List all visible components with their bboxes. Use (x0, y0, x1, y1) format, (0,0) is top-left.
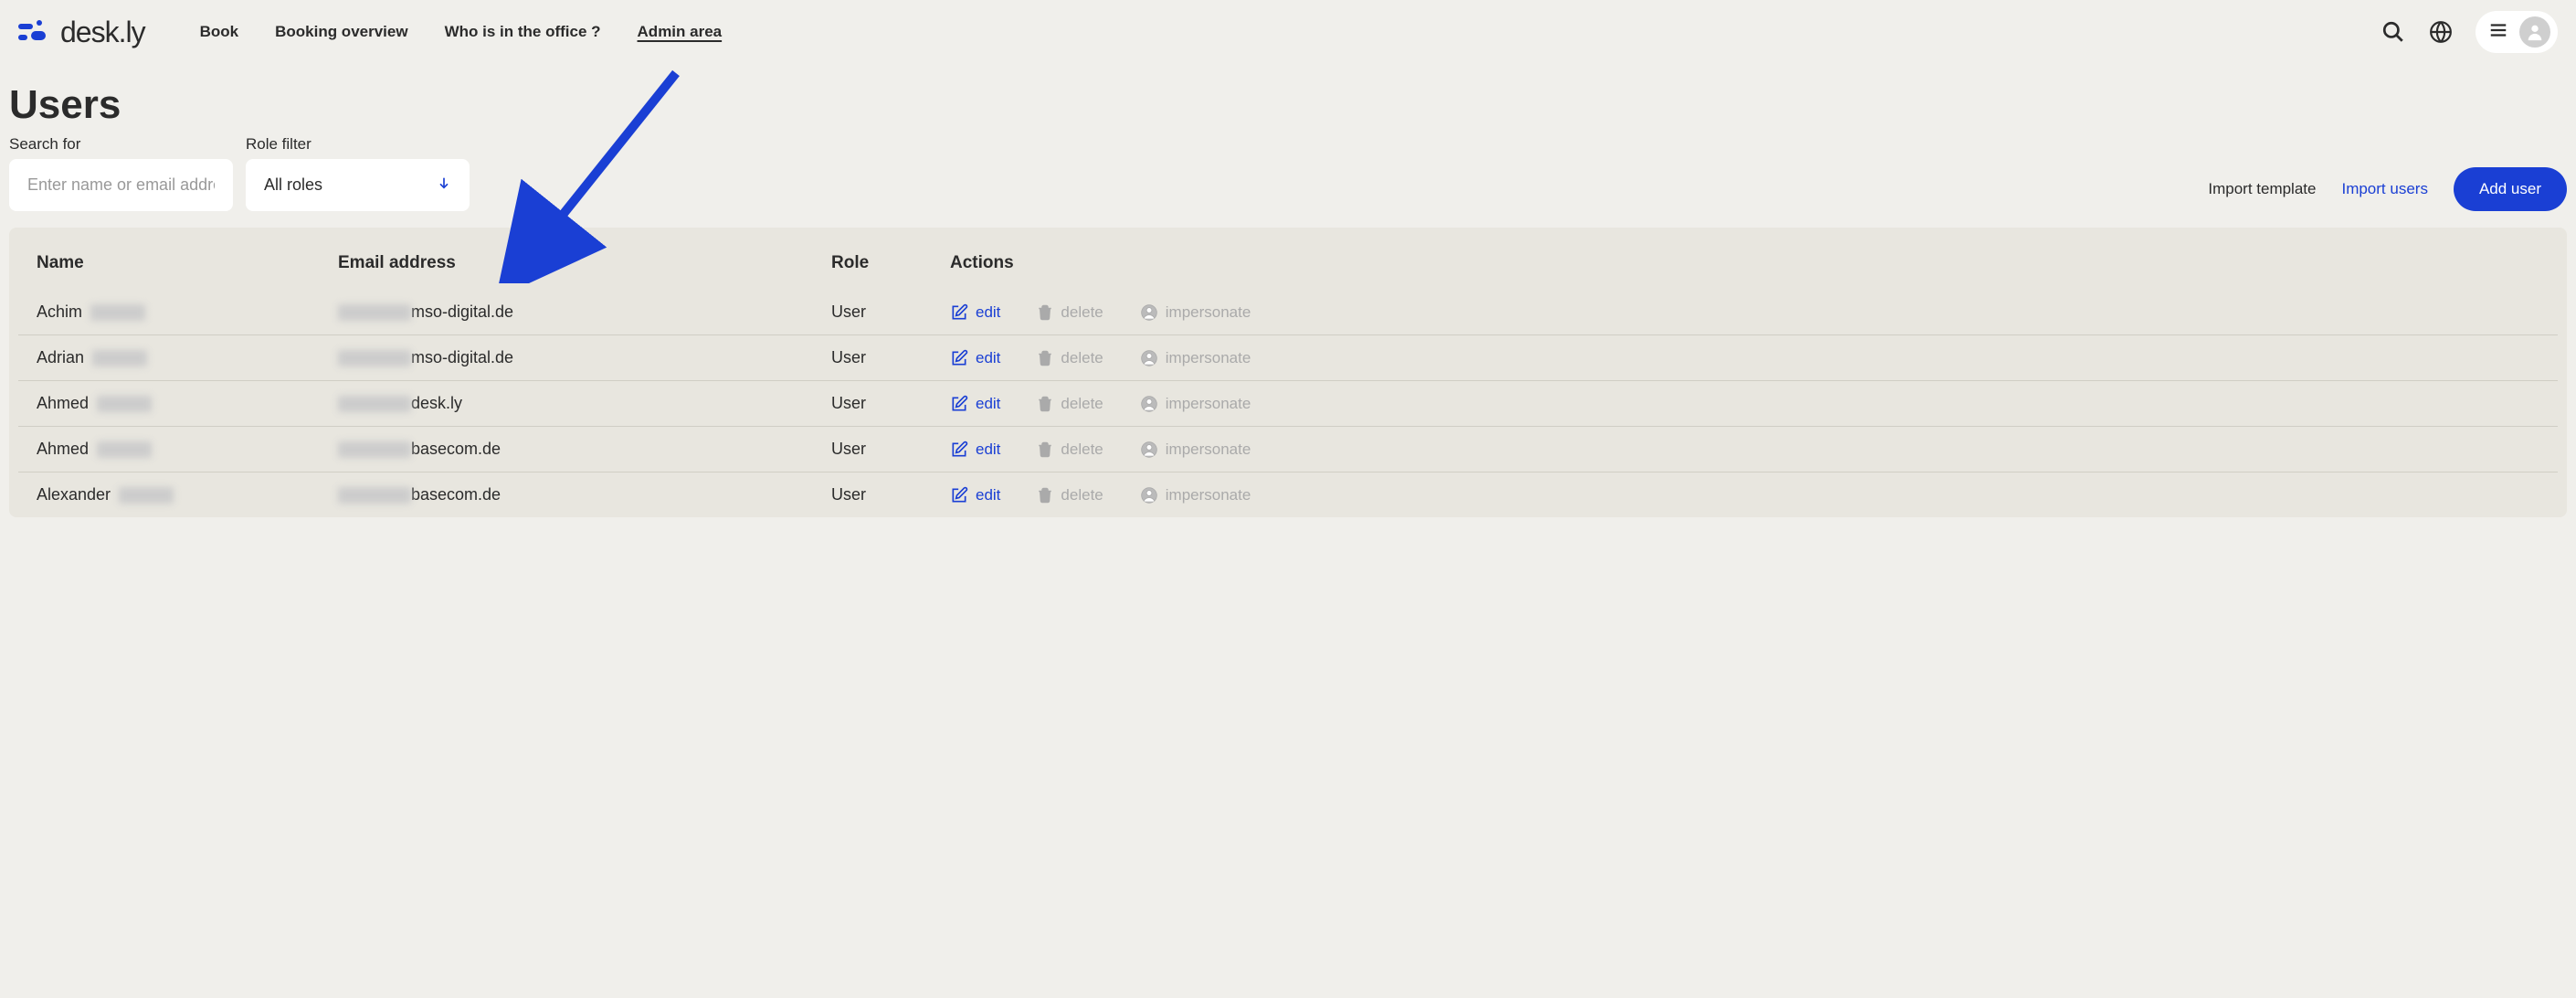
nav-admin-area[interactable]: Admin area (638, 23, 723, 41)
add-user-button[interactable]: Add user (2454, 167, 2567, 211)
cell-email: mso-digital.de (338, 303, 831, 322)
col-role: Role (831, 253, 950, 273)
impersonate-button[interactable]: impersonate (1140, 303, 1251, 322)
impersonate-button[interactable]: impersonate (1140, 395, 1251, 413)
table-row: Alexander basecom.de User edit delete im… (18, 472, 2558, 517)
nav-booking-overview[interactable]: Booking overview (275, 23, 407, 41)
cell-email: basecom.de (338, 440, 831, 459)
table-row: Achim mso-digital.de User edit delete im… (18, 290, 2558, 335)
delete-button[interactable]: delete (1037, 349, 1103, 367)
cell-email: desk.ly (338, 394, 831, 413)
cell-name: Alexander (37, 485, 338, 504)
nav-book[interactable]: Book (200, 23, 239, 41)
main-nav: Book Booking overview Who is in the offi… (200, 23, 723, 41)
nav-who-office[interactable]: Who is in the office ? (445, 23, 601, 41)
impersonate-button[interactable]: impersonate (1140, 349, 1251, 367)
cell-email: mso-digital.de (338, 348, 831, 367)
filters-right: Import template Import users Add user (2208, 167, 2567, 211)
delete-button[interactable]: delete (1037, 303, 1103, 322)
logo-text: desk.ly (60, 16, 145, 49)
top-header: desk.ly Book Booking overview Who is in … (0, 0, 2576, 64)
edit-button[interactable]: edit (950, 441, 1000, 459)
delete-button[interactable]: delete (1037, 441, 1103, 459)
avatar (2519, 16, 2550, 48)
import-template-link[interactable]: Import template (2208, 180, 2316, 198)
hamburger-icon (2488, 20, 2508, 45)
table-row: Ahmed basecom.de User edit delete impers… (18, 427, 2558, 472)
cell-actions: edit delete impersonate (950, 303, 2539, 322)
cell-email: basecom.de (338, 485, 831, 504)
cell-role: User (831, 485, 950, 504)
table-header: Name Email address Role Actions (18, 244, 2558, 290)
cell-role: User (831, 348, 950, 367)
globe-icon[interactable] (2428, 19, 2454, 45)
header-right (2381, 11, 2558, 53)
search-filter-group: Search for (9, 135, 233, 211)
col-actions: Actions (950, 253, 2539, 273)
logo[interactable]: desk.ly (18, 16, 145, 49)
role-label: Role filter (246, 135, 470, 154)
user-menu[interactable] (2476, 11, 2558, 53)
cell-name: Adrian (37, 348, 338, 367)
delete-button[interactable]: delete (1037, 395, 1103, 413)
cell-role: User (831, 440, 950, 459)
search-input[interactable] (9, 159, 233, 211)
import-users-link[interactable]: Import users (2341, 180, 2427, 198)
cell-actions: edit delete impersonate (950, 395, 2539, 413)
cell-role: User (831, 394, 950, 413)
table-row: Ahmed desk.ly User edit delete impersona… (18, 381, 2558, 427)
cell-actions: edit delete impersonate (950, 441, 2539, 459)
col-name: Name (37, 253, 338, 273)
cell-actions: edit delete impersonate (950, 349, 2539, 367)
role-select[interactable]: All roles (246, 159, 470, 211)
arrow-down-icon (437, 175, 451, 195)
search-label: Search for (9, 135, 233, 154)
delete-button[interactable]: delete (1037, 486, 1103, 504)
edit-button[interactable]: edit (950, 349, 1000, 367)
search-icon[interactable] (2381, 19, 2406, 45)
page-content: Users Search for Role filter All roles I… (0, 64, 2576, 517)
role-select-value: All roles (264, 175, 322, 195)
edit-button[interactable]: edit (950, 395, 1000, 413)
cell-name: Achim (37, 303, 338, 322)
col-email: Email address (338, 253, 831, 273)
edit-button[interactable]: edit (950, 486, 1000, 504)
filters-row: Search for Role filter All roles Import … (9, 135, 2567, 211)
cell-role: User (831, 303, 950, 322)
logo-icon (18, 20, 53, 44)
page-title: Users (9, 82, 2567, 128)
cell-actions: edit delete impersonate (950, 486, 2539, 504)
edit-button[interactable]: edit (950, 303, 1000, 322)
table-row: Adrian mso-digital.de User edit delete i… (18, 335, 2558, 381)
impersonate-button[interactable]: impersonate (1140, 486, 1251, 504)
impersonate-button[interactable]: impersonate (1140, 441, 1251, 459)
role-filter-group: Role filter All roles (246, 135, 470, 211)
users-table: Name Email address Role Actions Achim ms… (9, 228, 2567, 517)
cell-name: Ahmed (37, 394, 338, 413)
cell-name: Ahmed (37, 440, 338, 459)
